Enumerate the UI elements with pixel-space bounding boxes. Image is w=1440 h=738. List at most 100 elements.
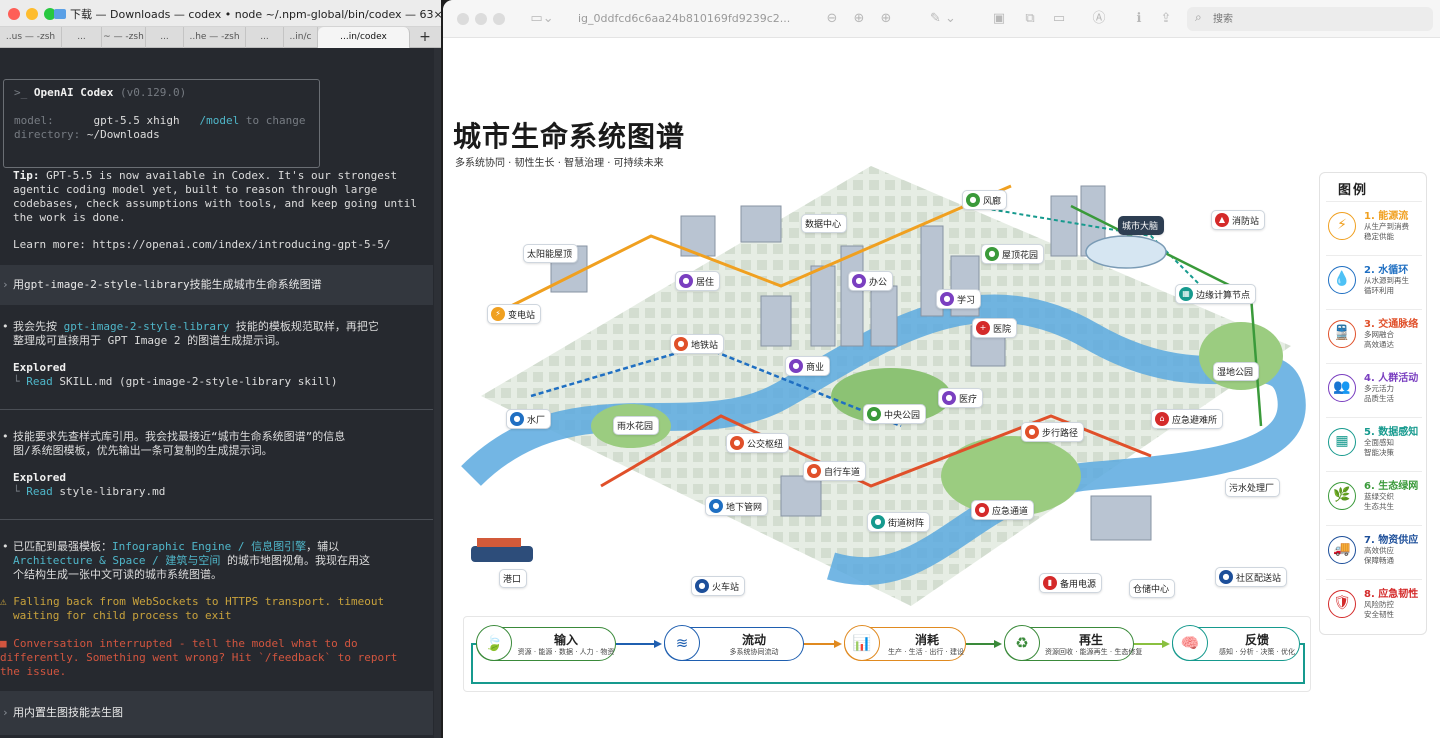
tab-codex-active[interactable]: ...in/codex xyxy=(318,27,410,48)
legend-item-name: 3. 交通脉络 xyxy=(1364,319,1419,330)
minimize-button[interactable] xyxy=(475,13,487,25)
flow-node-desc: 多系统协同流动 xyxy=(729,648,779,656)
learn-more-link[interactable]: Learn more: https://openai.com/index/int… xyxy=(13,238,391,252)
energy-icon: ⚡ xyxy=(1328,212,1356,240)
map-label-trees: ● 街道树阵 xyxy=(867,512,931,532)
bullet-icon: • xyxy=(2,430,9,443)
prompt-icon: >_ xyxy=(14,86,28,99)
tab-overflow-2[interactable]: ... xyxy=(146,27,184,48)
warning-text: waiting for child process to exit xyxy=(13,609,232,622)
brain-icon: 🧠 xyxy=(1172,625,1208,661)
truck-icon: ● xyxy=(1219,570,1233,584)
user-prompt-1: › 用gpt-image-2-style-library技能生成城市生命系统图谱 xyxy=(0,265,433,305)
sidebar-icon[interactable]: ▭⌄ xyxy=(527,9,557,29)
error-text: differently. Something went wrong? Hit `… xyxy=(0,651,398,664)
city-map-illustration xyxy=(461,166,1306,606)
model-value: gpt-5.5 xhigh xyxy=(93,114,180,127)
info-icon[interactable]: ℹ xyxy=(1128,9,1150,29)
tab-zsh-3[interactable]: ..he — -zsh xyxy=(184,27,246,48)
tab-zsh-1[interactable]: ..us — -zsh xyxy=(0,27,62,48)
tab-zsh-2[interactable]: ~ — -zsh xyxy=(102,27,146,48)
reply-text: 整理成可直接用于 GPT Image 2 的图谱生成提示词。 xyxy=(13,334,287,347)
map-label-solar-roof: 太阳能屋顶 xyxy=(523,244,579,263)
map-label-delivery: ● 社区配送站 xyxy=(1215,567,1288,587)
legend-item-desc: 多元活力 品质生活 xyxy=(1364,384,1394,403)
legend-item: 🌿 6. 生态绿网 蓝绿交织 生态共生 xyxy=(1326,471,1422,523)
search-input[interactable] xyxy=(1213,11,1413,27)
rotate-icon[interactable]: ⧉ xyxy=(1019,9,1041,29)
zoom-button[interactable] xyxy=(493,13,505,25)
legend-item-desc: 全面感知 智能决策 xyxy=(1364,438,1394,457)
flow-node-regenerate: ♻ 再生 资源回收 · 能源再生 · 生态修复 xyxy=(1004,625,1142,661)
shelter-icon: ⌂ xyxy=(1155,412,1169,426)
map-label-hospital: + 医院 xyxy=(972,318,1018,338)
chip-icon: ▦ xyxy=(1179,287,1193,301)
template-link[interactable]: Infographic Engine / 信息图引擎 xyxy=(112,540,306,553)
cargo-containers xyxy=(477,538,521,547)
chip-icon: ▦ xyxy=(1328,428,1356,456)
map-label-train: ● 火车站 xyxy=(691,576,746,596)
share-icon[interactable]: ⇪ xyxy=(1155,9,1177,29)
reply-text: 的城市地图视角。我现在用这 xyxy=(226,554,370,567)
new-tab-button[interactable]: + xyxy=(414,27,436,48)
map-label-roof-garden: ● 屋顶花园 xyxy=(981,244,1045,264)
tree-icon: ● xyxy=(871,515,885,529)
shield-icon: 🛡 xyxy=(1328,590,1356,618)
leaf-icon: ● xyxy=(966,193,980,207)
search-box[interactable]: ⌕ xyxy=(1187,7,1433,31)
terminal-scrollbar[interactable] xyxy=(434,48,441,738)
map-label-emergency-road: ● 应急通道 xyxy=(971,500,1035,520)
directory-label: directory: xyxy=(14,128,81,141)
zoom-fit-icon[interactable]: ⊕ xyxy=(875,9,897,29)
emergency-icon: ● xyxy=(975,503,989,517)
skill-link[interactable]: gpt-image-2-style-library xyxy=(64,320,230,333)
tab-codex-1[interactable]: ..in/c xyxy=(284,27,318,48)
reply-text: 技能要求先查样式库引用。我会找最接近“城市生命系统图谱”的信息 xyxy=(13,430,346,443)
flow-node-name: 再生 xyxy=(1078,633,1103,647)
recycle-icon: ♻ xyxy=(1004,625,1040,661)
banner-title: OpenAI Codex xyxy=(33,86,114,99)
fire-icon: ▲ xyxy=(1215,213,1229,227)
tip-line: agentic coding model yet, built to reaso… xyxy=(13,183,378,196)
zoom-out-icon[interactable]: ⊖ xyxy=(821,9,843,29)
close-button[interactable] xyxy=(8,8,20,20)
bike-icon: ● xyxy=(807,464,821,478)
markup-icon[interactable]: ✎ ⌄ xyxy=(919,9,967,29)
template-link[interactable]: Architecture & Space / 建筑与空间 xyxy=(13,554,220,567)
flow-node-flow: ≋ 流动 多系统协同流动 xyxy=(664,625,804,661)
legend-item-name: 8. 应急韧性 xyxy=(1364,589,1419,600)
reply-text: 图/系统图模板，优先输出一条可复制的生成提示词。 xyxy=(13,444,273,457)
error-icon: ■ xyxy=(0,637,7,650)
people-icon: ● xyxy=(679,274,693,288)
minimize-button[interactable] xyxy=(26,8,38,20)
window-title: 下载 — Downloads — codex • node ~/.npm-glo… xyxy=(54,6,441,22)
codex-banner: >_ OpenAI Codex (v0.129.0) model: gpt-5.… xyxy=(3,79,320,168)
map-label-study: ● 学习 xyxy=(936,289,982,309)
flow-node-name: 反馈 xyxy=(1244,633,1269,647)
train-icon: ● xyxy=(674,337,688,351)
legend-item-name: 4. 人群活动 xyxy=(1364,373,1419,384)
legend-item: 🚆 3. 交通脉络 多网融合 高效通达 xyxy=(1326,309,1422,361)
tab-overflow-1[interactable]: ... xyxy=(62,27,102,48)
reply-text: 已匹配到最强模板： xyxy=(13,540,112,553)
people-icon: ● xyxy=(940,292,954,306)
legend-item: 🛡 8. 应急韧性 风险防控 安全韧性 xyxy=(1326,579,1422,631)
document-title[interactable]: ig_0ddfcd6c6aa24b810169fd9239c2... xyxy=(578,12,790,25)
cargo-ship xyxy=(471,546,533,562)
close-button[interactable] xyxy=(457,13,469,25)
water-drop-icon: 💧 xyxy=(1328,266,1356,294)
map-label-edge-node: ▦ 边缘计算节点 xyxy=(1175,284,1257,304)
bus-icon: ● xyxy=(730,436,744,450)
terminal-content: >_ OpenAI Codex (v0.129.0) model: gpt-5.… xyxy=(0,48,441,738)
tab-overflow-3[interactable]: ... xyxy=(246,27,284,48)
tree-branch-icon: └ xyxy=(13,375,20,388)
adjust-icon[interactable]: ▭ xyxy=(1048,9,1070,29)
annotate-icon[interactable]: Ⓐ xyxy=(1088,9,1110,29)
map-label-port: 港口 xyxy=(499,569,528,588)
zoom-in-icon[interactable]: ⊕ xyxy=(848,9,870,29)
crop-icon[interactable]: ▣ xyxy=(988,9,1010,29)
flow-node-desc: 感知 · 分析 · 决策 · 优化 xyxy=(1218,648,1296,656)
terminal-window: 下载 — Downloads — codex • node ~/.npm-glo… xyxy=(0,0,441,738)
reply-text: ，辅以 xyxy=(306,540,340,553)
water-drop-icon: ● xyxy=(510,412,524,426)
